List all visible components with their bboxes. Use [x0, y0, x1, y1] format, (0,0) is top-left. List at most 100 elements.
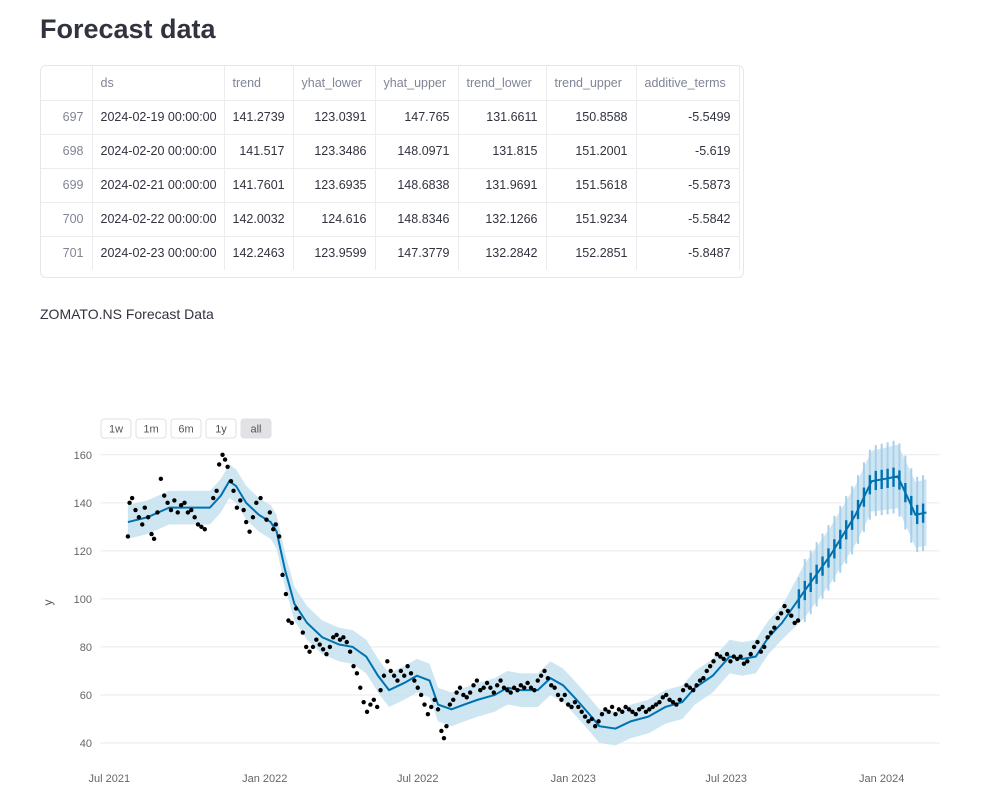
row-index-cell[interactable]: 700 [41, 202, 93, 237]
actual-point [488, 685, 493, 690]
table-cell[interactable]: 132.2842 [458, 236, 547, 270]
actual-point [525, 680, 530, 686]
table-cell[interactable]: 123.9599 [293, 236, 376, 270]
table-cell[interactable]: 123.6935 [293, 168, 376, 203]
table-cell[interactable]: 142.2463 [224, 236, 294, 270]
table-cell[interactable]: 148.0971 [375, 134, 459, 169]
actual-point [162, 493, 167, 498]
range-button-1y[interactable]: 1y [205, 418, 237, 439]
table-cell[interactable]: -5.5873 [636, 168, 740, 203]
table-cell[interactable]: -5.8487 [636, 236, 740, 270]
table-cell[interactable]: -5.5842 [636, 202, 740, 237]
actual-point [264, 517, 269, 522]
actual-point [283, 591, 289, 597]
actual-point [133, 507, 138, 513]
actual-point [303, 644, 309, 650]
table-cell[interactable]: 152.2851 [546, 236, 637, 270]
range-button-1m[interactable]: 1m [135, 418, 167, 439]
actual-point [606, 709, 611, 714]
table-cell[interactable]: 147.765 [375, 100, 459, 135]
actual-point [579, 709, 584, 714]
actual-point [412, 678, 417, 683]
table-cell[interactable]: 124.616 [293, 202, 376, 237]
actual-point [484, 680, 490, 686]
actual-point [250, 515, 256, 520]
actual-point [214, 488, 219, 494]
actual-point [657, 699, 662, 705]
table-cell[interactable]: 131.9691 [458, 168, 547, 203]
column-header-additive-terms[interactable]: additive_terms [636, 66, 740, 101]
table-header-row: ds trend yhat_lower yhat_upper trend_low… [41, 66, 740, 101]
actual-point [371, 697, 377, 702]
actual-point [494, 683, 500, 688]
table-cell[interactable]: 147.3779 [375, 236, 459, 270]
forecast-dataframe[interactable]: ds trend yhat_lower yhat_upper trend_low… [40, 65, 744, 278]
x-tick-label: Jan 2023 [551, 773, 596, 785]
table-cell[interactable]: 2024-02-21 00:00:00 [92, 168, 225, 203]
actual-point [136, 515, 142, 520]
row-index-cell[interactable]: 701 [41, 236, 93, 270]
actual-point [334, 632, 339, 638]
column-header-trend-lower[interactable]: trend_lower [458, 66, 547, 101]
forecast-chart[interactable]: 1w 1m 6m 1y all 40 60 80 100 120 140 160 Jul 2021 Ja… [0, 400, 985, 800]
actual-point [795, 618, 801, 623]
column-header-index[interactable] [41, 66, 93, 101]
y-tick-label: 80 [80, 642, 92, 654]
actual-point [435, 707, 441, 712]
actual-point [748, 651, 753, 657]
table-cell[interactable]: 2024-02-22 00:00:00 [92, 202, 225, 237]
range-button-6m[interactable]: 6m [170, 418, 202, 439]
table-cell[interactable]: 2024-02-23 00:00:00 [92, 236, 225, 270]
table-cell[interactable]: 141.7601 [224, 168, 294, 203]
actual-point [189, 507, 194, 513]
actual-point [145, 515, 151, 520]
table-cell[interactable]: 132.1266 [458, 202, 547, 237]
row-index-cell[interactable]: 697 [41, 100, 93, 135]
actual-point [243, 519, 249, 525]
table-cell[interactable]: 2024-02-19 00:00:00 [92, 100, 225, 135]
row-index-cell[interactable]: 698 [41, 134, 93, 169]
actual-point [405, 663, 410, 669]
table-cell[interactable]: 151.2001 [546, 134, 637, 169]
actual-point [327, 644, 333, 650]
actual-point [738, 654, 743, 659]
table-cell[interactable]: 141.517 [224, 134, 294, 169]
row-index-cell[interactable]: 699 [41, 168, 93, 203]
column-header-trend-upper[interactable]: trend_upper [546, 66, 637, 101]
actual-point [140, 522, 145, 527]
table-cell[interactable]: 148.8346 [375, 202, 459, 237]
table-cell[interactable]: 131.6611 [458, 100, 547, 135]
actual-point [238, 498, 243, 503]
table-cell[interactable]: 123.3486 [293, 134, 376, 169]
actual-point [142, 505, 147, 510]
actual-point [755, 639, 760, 645]
table-cell[interactable]: 131.815 [458, 134, 547, 169]
actual-point [789, 613, 794, 618]
actual-point [721, 656, 726, 662]
actual-point [522, 685, 527, 690]
actual-point [677, 697, 682, 702]
table-cell[interactable]: 150.8588 [546, 100, 637, 135]
actual-point [772, 625, 777, 630]
column-header-yhat-upper[interactable]: yhat_upper [375, 66, 459, 101]
table-cell[interactable]: 148.6838 [375, 168, 459, 203]
column-header-yhat-lower[interactable]: yhat_lower [293, 66, 376, 101]
actual-point [273, 522, 278, 527]
actual-point [220, 452, 225, 458]
column-header-trend[interactable]: trend [224, 66, 294, 101]
range-button-all[interactable]: all [240, 418, 272, 439]
table-cell[interactable]: 2024-02-20 00:00:00 [92, 134, 225, 169]
actual-point [593, 723, 598, 729]
table-cell[interactable]: 142.0032 [224, 202, 294, 237]
actual-point [457, 685, 463, 690]
table-cell[interactable]: -5.619 [636, 134, 740, 169]
table-cell[interactable]: 151.5618 [546, 168, 637, 203]
table-cell[interactable]: 123.0391 [293, 100, 376, 135]
range-button-1w[interactable]: 1w [100, 418, 132, 439]
column-header-ds[interactable]: ds [92, 66, 225, 101]
table-cell[interactable]: -5.5499 [636, 100, 740, 135]
table-cell[interactable]: 141.2739 [224, 100, 294, 135]
y-tick-label: 140 [74, 498, 92, 510]
table-cell[interactable]: 151.9234 [546, 202, 637, 237]
actual-point [552, 685, 557, 690]
